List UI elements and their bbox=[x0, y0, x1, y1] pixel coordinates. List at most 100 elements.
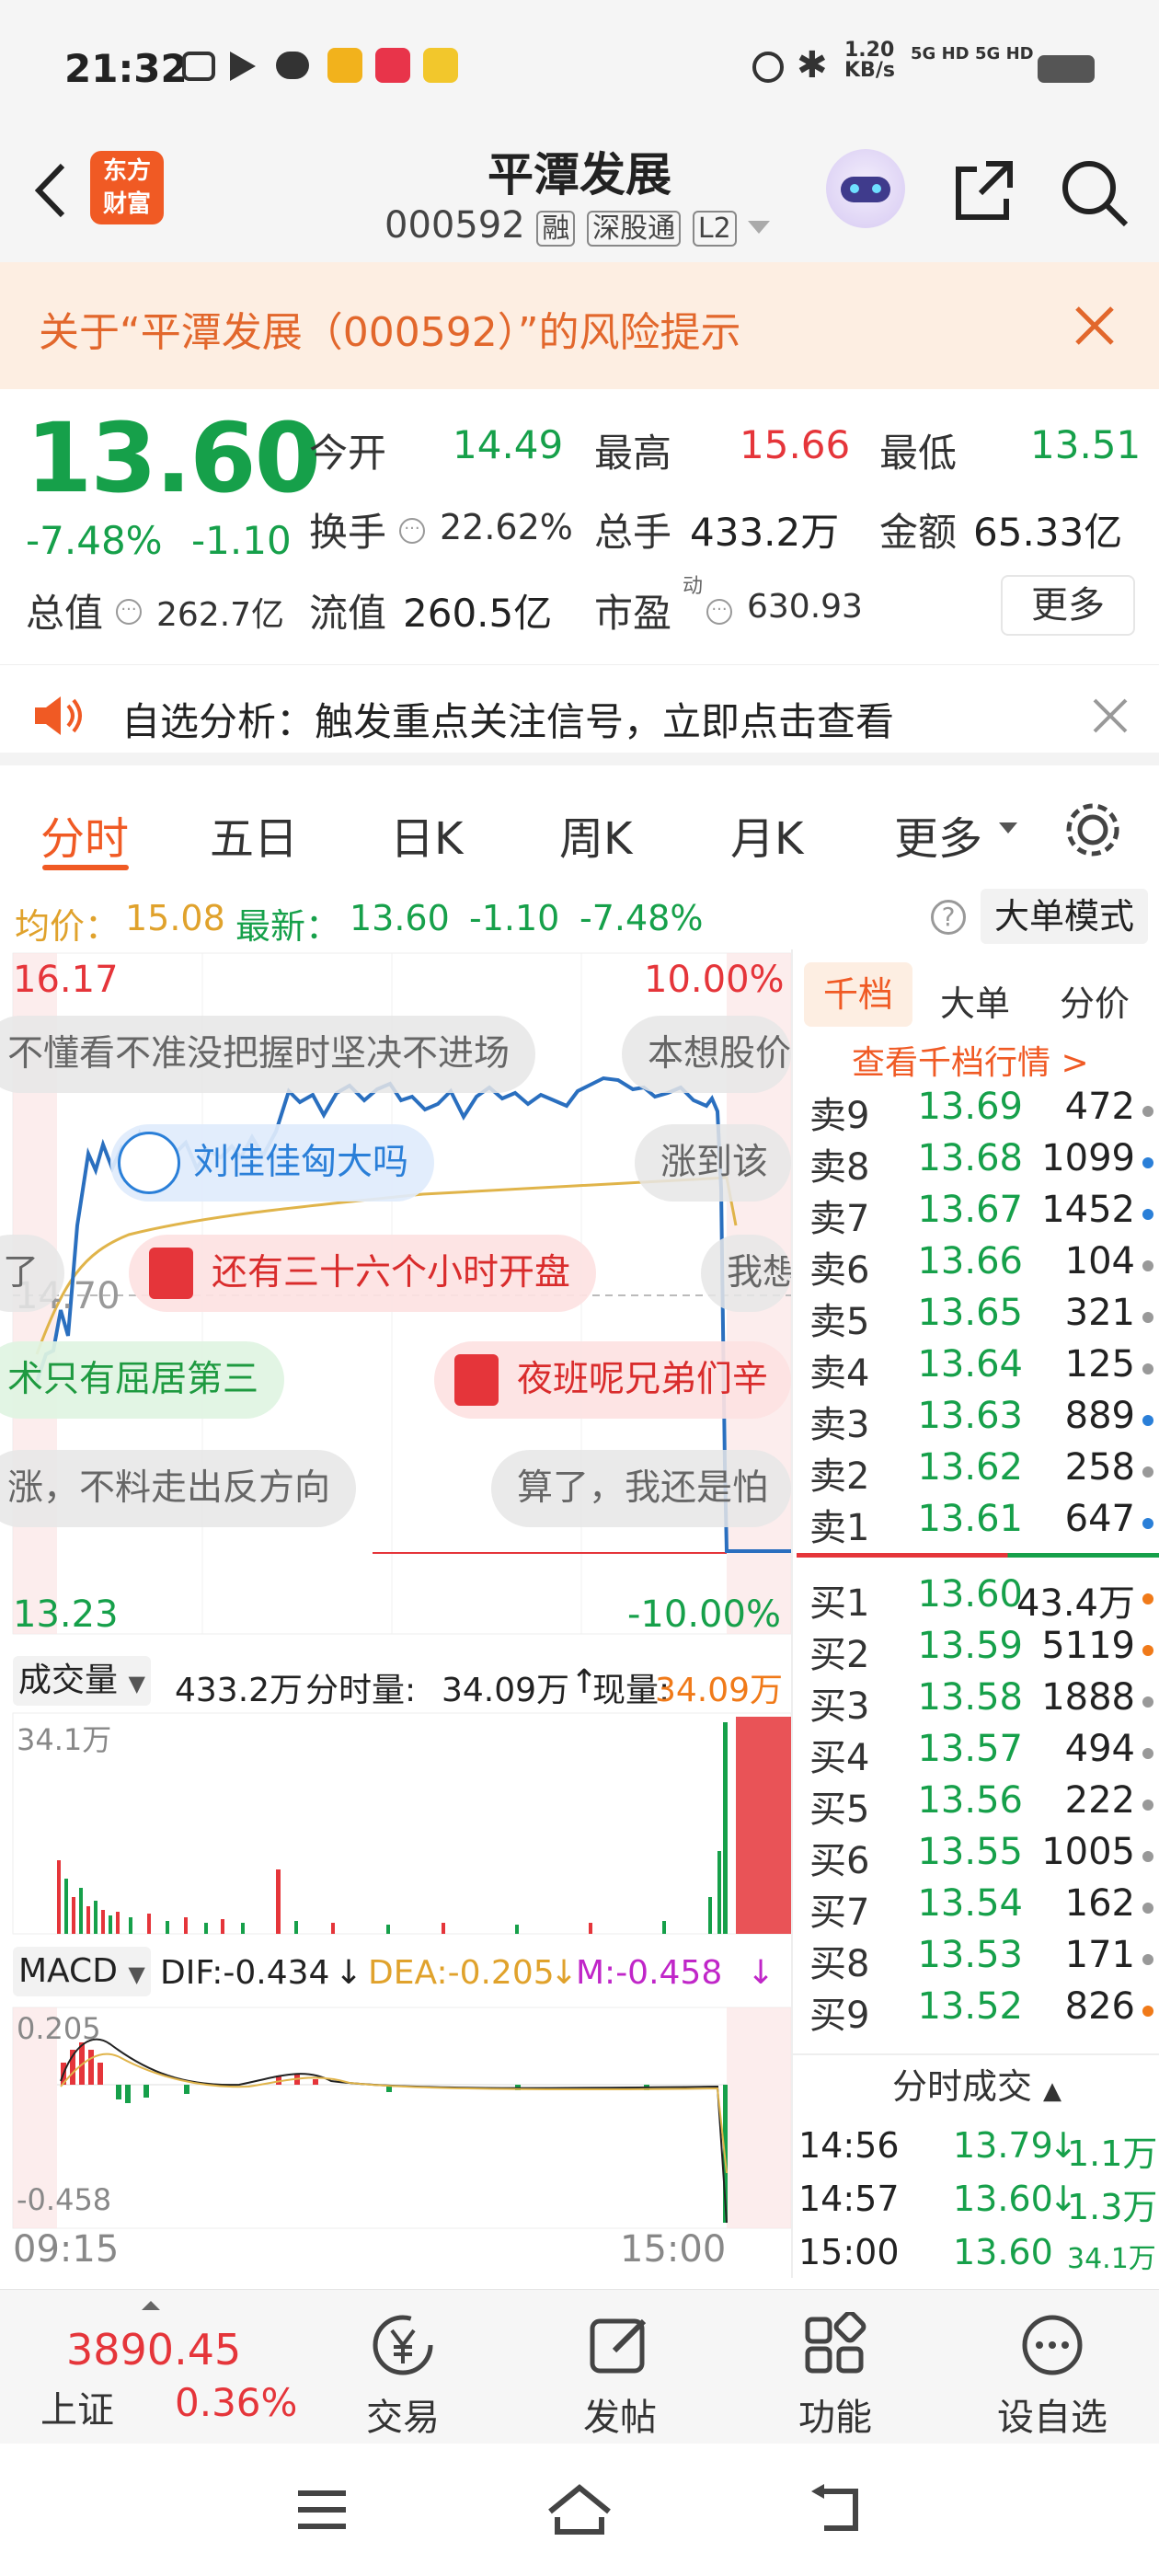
info-icon[interactable]: ··· bbox=[399, 518, 425, 544]
book-tab-fenjia[interactable]: 分价 bbox=[1060, 975, 1130, 1026]
ask-row[interactable]: 卖1 13.61 647 bbox=[802, 1498, 1155, 1549]
menu-icon[interactable] bbox=[293, 2484, 351, 2536]
macd-dea-arrow: ↓ bbox=[550, 1954, 579, 1992]
bid-row[interactable]: 买8 13.53 171 bbox=[802, 1934, 1155, 1985]
bid-row[interactable]: 买1 13.60 43.4万 bbox=[802, 1573, 1155, 1625]
tick-row: 14:56 13.79 ↓ 1.1万 bbox=[798, 2125, 1157, 2177]
bid-row[interactable]: 买7 13.54 162 bbox=[802, 1882, 1155, 1934]
ask-row[interactable]: 卖2 13.62 258 bbox=[802, 1446, 1155, 1498]
bid-level: 买2 bbox=[809, 1634, 870, 1676]
ask-row[interactable]: 卖6 13.66 104 bbox=[802, 1240, 1155, 1292]
speaker-icon bbox=[35, 696, 82, 735]
tab-weekly-k[interactable]: 周K bbox=[559, 802, 632, 867]
bid-dot bbox=[1142, 1645, 1153, 1656]
price-bottom-right: -10.00% bbox=[627, 1593, 781, 1636]
ask-level: 卖3 bbox=[809, 1404, 870, 1446]
bottom-toolbar: 3890.45 上证 0.36% 交易 发帖 功能 设自选 bbox=[0, 2289, 1159, 2444]
macd-selector[interactable]: MACD ▼ bbox=[13, 1947, 151, 1996]
danmu-comment[interactable]: 夜班呢兄弟们辛 bbox=[434, 1341, 791, 1419]
danmu-comment[interactable]: 涨到该 bbox=[635, 1124, 791, 1202]
close-icon[interactable] bbox=[1072, 303, 1118, 349]
danmu-comment[interactable]: 还有三十六个小时开盘 bbox=[129, 1235, 597, 1312]
stock-code-line[interactable]: 000592 融 深股通 L2 bbox=[384, 204, 771, 247]
fenshi-value: 34.09万 bbox=[442, 1672, 570, 1709]
danmu-comment[interactable]: 术只有屈居第三 bbox=[0, 1341, 285, 1419]
tick-volume: 1.1万 bbox=[1067, 2133, 1158, 2174]
danmu-comment[interactable]: 我想 bbox=[701, 1235, 791, 1312]
tab-monthly-k[interactable]: 月K bbox=[730, 802, 803, 867]
tab-more[interactable]: 更多 bbox=[894, 802, 982, 867]
danmu-comment[interactable]: 不懂看不准没把握时坚决不进场 bbox=[0, 1016, 536, 1093]
index-value: 3890.45 bbox=[66, 2325, 242, 2375]
battery-icon bbox=[1038, 55, 1095, 83]
alarm-icon bbox=[752, 52, 784, 83]
ask-row[interactable]: 卖4 13.64 125 bbox=[802, 1343, 1155, 1395]
tab-fenshi[interactable]: 分时 bbox=[40, 802, 129, 867]
open-label: 今开 bbox=[309, 431, 387, 476]
bid-dot bbox=[1142, 1903, 1153, 1914]
grid-icon bbox=[805, 2312, 866, 2374]
home-icon[interactable] bbox=[545, 2480, 614, 2539]
ask-dot bbox=[1142, 1518, 1153, 1529]
post-button[interactable]: 发帖 bbox=[546, 2290, 694, 2444]
info-icon[interactable]: ··· bbox=[116, 599, 142, 625]
book-link[interactable]: 查看千档行情 > bbox=[852, 1036, 1089, 1084]
xhs-icon bbox=[375, 48, 410, 83]
avg-label: 均价： bbox=[15, 906, 120, 947]
big-order-mode-button[interactable]: 大单模式 bbox=[981, 889, 1148, 944]
add-watchlist-button[interactable]: 设自选 bbox=[979, 2290, 1126, 2444]
book-tab-dadan[interactable]: 大单 bbox=[940, 975, 1010, 1026]
bid-level: 买9 bbox=[809, 1995, 870, 2037]
robot-avatar-icon[interactable] bbox=[826, 149, 905, 228]
volume-selector[interactable]: 成交量 ▼ bbox=[13, 1656, 151, 1706]
macd-dif: DIF:-0.434 bbox=[160, 1954, 330, 1992]
danmu-comment[interactable]: 刘佳佳匈大吗 bbox=[110, 1124, 435, 1202]
bid-level: 买1 bbox=[809, 1582, 870, 1625]
tab-daily-k[interactable]: 日K bbox=[390, 802, 463, 867]
notice-bar[interactable]: 自选分析：触发重点关注信号，立即点击查看 bbox=[0, 664, 1159, 765]
ticks-header[interactable]: 分时成交 ▲ bbox=[793, 2053, 1159, 2116]
bluetooth-icon: ✱ bbox=[797, 44, 828, 86]
bid-level: 买4 bbox=[809, 1737, 870, 1779]
ask-row[interactable]: 卖3 13.63 889 bbox=[802, 1395, 1155, 1446]
bid-row[interactable]: 买5 13.56 222 bbox=[802, 1779, 1155, 1831]
chart-area[interactable]: 16.17 10.00% 14.70 13.23 -10.00% 不懂看不准没把… bbox=[0, 949, 791, 2278]
ask-row[interactable]: 卖9 13.69 472 bbox=[802, 1086, 1155, 1137]
gear-icon[interactable] bbox=[1061, 799, 1124, 861]
info-icon[interactable]: ··· bbox=[706, 599, 732, 625]
bid-row[interactable]: 买3 13.58 1888 bbox=[802, 1676, 1155, 1728]
close-icon[interactable] bbox=[1091, 696, 1130, 735]
play-icon bbox=[230, 52, 256, 81]
bid-row[interactable]: 买9 13.52 826 bbox=[802, 1985, 1155, 2037]
index-pct: 0.36% bbox=[175, 2380, 298, 2425]
more-button[interactable]: 更多 bbox=[1001, 575, 1135, 636]
chevron-left-icon[interactable] bbox=[28, 158, 74, 223]
help-circle-icon[interactable]: ? bbox=[931, 900, 966, 935]
tab-5day[interactable]: 五日 bbox=[210, 802, 298, 867]
risk-banner[interactable]: 关于“平潭发展（000592）”的风险提示 bbox=[0, 262, 1159, 389]
status-bar: 21:32 ✱ 1.20 KB/s 5G HD 5G HD bbox=[0, 0, 1159, 138]
macd-header: MACD ▼ DIF:-0.434 ↓ DEA:-0.205 ↓ M:-0.45… bbox=[13, 1941, 791, 2002]
trade-button[interactable]: 交易 bbox=[329, 2290, 476, 2444]
danmu-comment[interactable]: 本想股价 bbox=[622, 1016, 791, 1093]
bid-row[interactable]: 买4 13.57 494 bbox=[802, 1728, 1155, 1779]
share-icon[interactable] bbox=[949, 156, 1019, 226]
bid-price: 13.60 bbox=[917, 1573, 1023, 1616]
ask-row[interactable]: 卖7 13.67 1452 bbox=[802, 1189, 1155, 1240]
ask-row[interactable]: 卖8 13.68 1099 bbox=[802, 1137, 1155, 1189]
book-tab-qiandang[interactable]: 千档 bbox=[804, 962, 912, 1027]
function-button[interactable]: 功能 bbox=[762, 2290, 909, 2444]
book-divider bbox=[797, 1553, 1159, 1558]
search-icon[interactable] bbox=[1058, 156, 1131, 230]
index-ticker[interactable]: 3890.45 上证 0.36% bbox=[0, 2290, 331, 2444]
back-icon[interactable] bbox=[806, 2482, 866, 2537]
amount-value: 65.33亿 bbox=[973, 510, 1123, 555]
bid-row[interactable]: 买6 13.55 1005 bbox=[802, 1831, 1155, 1882]
ask-row[interactable]: 卖5 13.65 321 bbox=[802, 1292, 1155, 1343]
quote-panel: 13.60 -7.48% -1.10 今开 14.49 最高 15.66 最低 … bbox=[0, 389, 1159, 656]
bid-row[interactable]: 买2 13.59 5119 bbox=[802, 1625, 1155, 1676]
latest-label: 最新： bbox=[235, 906, 341, 947]
danmu-comment[interactable]: 算了，我还是怕 bbox=[491, 1450, 791, 1527]
volume-max-label: 34.1万 bbox=[17, 1722, 112, 1757]
danmu-comment[interactable]: 涨，不料走出反方向 bbox=[0, 1450, 357, 1527]
